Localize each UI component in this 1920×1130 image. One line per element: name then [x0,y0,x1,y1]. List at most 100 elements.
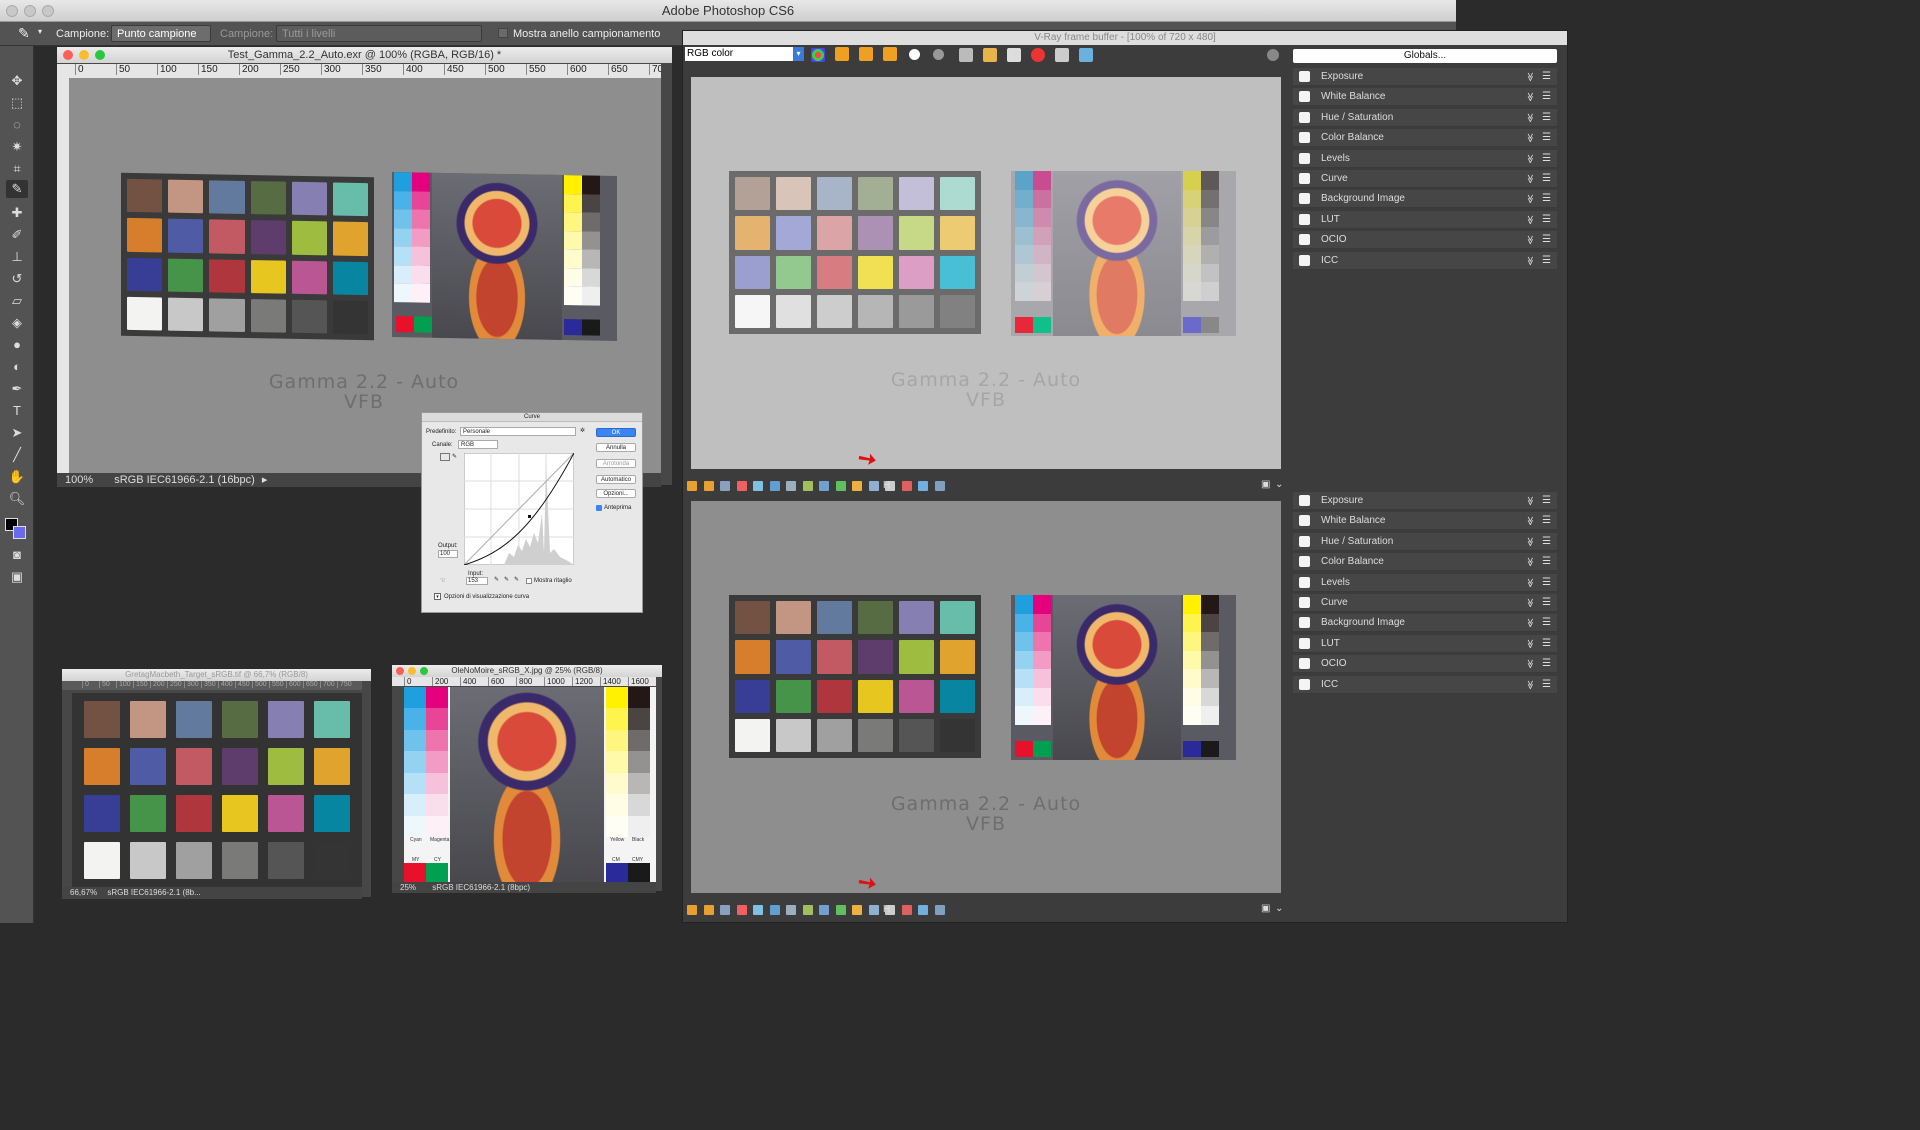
layer-menu-icon[interactable]: ☰ [1542,655,1551,673]
output-field[interactable]: 100 [438,550,458,558]
expand-icon[interactable]: ≫ [1521,578,1539,587]
expand-icon[interactable]: ≫ [1521,235,1539,244]
layer-enable-checkbox[interactable] [1299,111,1310,123]
ok-button[interactable]: OK [596,428,636,437]
preview-checkbox[interactable] [596,505,602,511]
expand-icon[interactable]: ≫ [1521,659,1539,668]
paint-bucket-tool-icon[interactable]: ◈ [6,314,28,332]
vfb-toolbar-icon[interactable] [901,905,912,915]
vfb-toolbar-icon[interactable] [753,905,763,915]
layer-menu-icon[interactable]: ☰ [1542,109,1551,127]
vfb-toolbar-icon[interactable] [786,905,796,915]
pen-tool-icon[interactable]: ✒ [6,380,28,398]
layer-row-lut[interactable]: LUT ≫ ☰ [1293,634,1557,653]
vray-top-collapse-icon[interactable]: ⌄ [1275,479,1283,490]
screen-mode-icon[interactable]: ▣ [6,568,28,586]
zoom-document-button[interactable] [95,50,105,60]
layer-menu-icon[interactable]: ☰ [1542,614,1551,632]
vfb-toolbar-icon[interactable] [753,481,763,491]
curves-graph[interactable] [464,453,574,565]
vray-top-render-view[interactable]: Gamma 2.2 - Auto VFB [691,77,1281,469]
layer-row-curve[interactable]: Curve ≫ ☰ [1293,594,1557,612]
expand-icon[interactable]: ≫ [1521,195,1539,204]
layer-menu-icon[interactable]: ☰ [1542,492,1551,510]
layer-row-ocio[interactable]: OCIO ≫ ☰ [1293,231,1557,250]
layer-menu-icon[interactable]: ☰ [1542,129,1551,147]
ole-profile[interactable]: sRGB IEC61966-2.1 (8bpc) [432,883,530,892]
expand-icon[interactable]: ≫ [1521,537,1539,546]
curve-pencil-tool-icon[interactable]: ✎ [452,453,457,460]
vfb-toolbar-icon[interactable] [835,481,846,491]
vray-settings-icon[interactable] [1267,49,1279,61]
expand-icon[interactable]: ≫ [1521,496,1539,505]
layer-menu-icon[interactable]: ☰ [1542,635,1551,653]
tool-preset-dropdown[interactable]: ▾ [38,27,42,36]
vfb-toolbar-icon[interactable] [786,481,796,491]
globals-button[interactable]: Globals... [1293,49,1557,63]
move-tool-icon[interactable]: ✥ [6,72,28,90]
expand-icon[interactable]: ≫ [1521,557,1539,566]
macbeth-zoom[interactable]: 66,67% [70,888,97,897]
smooth-button[interactable]: Arrotonda [596,459,636,468]
lasso-tool-icon[interactable]: ◌ [6,116,28,134]
preset-gear-icon[interactable]: ✲ [580,427,585,434]
layer-row-ocio[interactable]: OCIO ≫ ☰ [1293,655,1557,674]
input-field[interactable]: 153 [466,577,488,585]
vray-bottom-collapse-icon[interactable]: ⌄ [1275,903,1283,914]
layer-enable-checkbox[interactable] [1299,637,1310,649]
history-icon[interactable]: H [883,480,890,491]
layer-row-white-balance[interactable]: White Balance ≫ ☰ [1293,512,1557,531]
gray-point-eyedropper-icon[interactable]: ✎ [504,576,509,583]
channel-select[interactable]: RGB color [685,47,793,61]
zoom-window-button[interactable] [42,5,54,17]
layer-menu-icon[interactable]: ☰ [1542,594,1551,612]
layer-row-lut[interactable]: LUT ≫ ☰ [1293,210,1557,229]
green-channel-icon[interactable] [859,47,873,61]
layer-enable-checkbox[interactable] [1299,193,1310,205]
layer-enable-checkbox[interactable] [1299,91,1310,103]
load-image-icon[interactable] [983,48,997,62]
vfb-toolbar-icon[interactable] [720,481,730,491]
background-color-swatch[interactable] [13,526,26,539]
auto-button[interactable]: Automatico [596,475,636,484]
layer-row-hue-saturation[interactable]: Hue / Saturation ≫ ☰ [1293,532,1557,551]
vfb-toolbar-icon[interactable] [769,481,780,491]
stop-render-icon[interactable] [1031,48,1045,62]
layer-enable-checkbox[interactable] [1299,152,1310,164]
vfb-toolbar-icon[interactable] [687,905,697,915]
vfb-toolbar-icon[interactable] [802,905,813,915]
layer-enable-checkbox[interactable] [1299,213,1310,225]
region-render-icon[interactable] [1055,48,1069,62]
vfb-toolbar-icon[interactable] [934,905,945,915]
hand-tool-icon[interactable]: ✋ [6,468,28,486]
target-adjust-icon[interactable]: ☜ [440,577,445,584]
display-options-toggle-icon[interactable]: ▾ [434,593,441,600]
save-image-icon[interactable] [959,48,973,62]
mono-mode-icon[interactable] [933,49,944,60]
channel-select[interactable]: RGB [458,440,498,449]
show-ring-checkbox[interactable] [498,28,508,38]
layer-menu-icon[interactable]: ☰ [1542,574,1551,592]
expand-icon[interactable]: ≫ [1521,256,1539,265]
vray-bottom-window-icon[interactable]: ▣ [1261,903,1270,914]
vfb-toolbar-icon[interactable] [720,905,730,915]
marquee-tool-icon[interactable]: ⬚ [6,94,28,112]
vfb-toolbar-icon[interactable] [868,905,879,915]
layer-enable-checkbox[interactable] [1299,658,1310,670]
chevron-down-icon[interactable]: ▾ [793,47,804,61]
expand-icon[interactable]: ≫ [1521,517,1539,526]
eyedropper-tool-icon[interactable]: ✎ [6,180,28,198]
path-selection-tool-icon[interactable]: ➤ [6,424,28,442]
layer-row-white-balance[interactable]: White Balance ≫ ☰ [1293,88,1557,107]
black-point-eyedropper-icon[interactable]: ✎ [494,576,499,583]
preset-select[interactable]: Personale [460,427,576,436]
history-icon[interactable]: H [883,904,890,915]
show-clipping-checkbox[interactable] [526,578,532,584]
stamp-tool-icon[interactable]: ⊥ [6,248,28,266]
layer-menu-icon[interactable]: ☰ [1542,553,1551,571]
rgb-channels-icon[interactable] [811,48,825,62]
vfb-toolbar-icon[interactable] [703,481,714,491]
layer-enable-checkbox[interactable] [1299,132,1310,144]
alpha-channel-icon[interactable] [909,49,920,60]
layer-menu-icon[interactable]: ☰ [1542,533,1551,551]
